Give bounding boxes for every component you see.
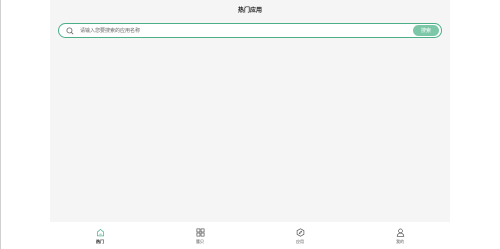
app-content: 热门应用 搜索 — [50, 0, 450, 222]
search-input[interactable] — [75, 24, 413, 37]
home-icon — [96, 228, 104, 237]
tab-hot[interactable]: 热门 — [50, 222, 150, 249]
tab-label: 热门 — [96, 239, 104, 244]
screen: 热门应用 搜索 热门 — [0, 0, 500, 249]
search-button[interactable]: 搜索 — [413, 25, 439, 36]
tab-apps[interactable]: 应用 — [250, 222, 350, 249]
tab-category[interactable]: 腰贝 — [150, 222, 250, 249]
search-bar: 搜索 — [58, 23, 442, 38]
tab-label: 我的 — [396, 239, 404, 244]
search-icon — [65, 26, 75, 36]
window-border — [0, 0, 1, 249]
tab-mine[interactable]: 我的 — [350, 222, 450, 249]
user-icon — [396, 228, 404, 237]
compass-icon — [296, 228, 304, 237]
page-header: 热门应用 — [50, 0, 450, 18]
tab-label: 腰贝 — [196, 239, 204, 244]
bottom-tab-bar: 热门 腰贝 应用 我的 — [50, 222, 450, 249]
page-title: 热门应用 — [237, 6, 262, 14]
grid-icon — [196, 228, 204, 237]
tab-label: 应用 — [296, 239, 304, 244]
